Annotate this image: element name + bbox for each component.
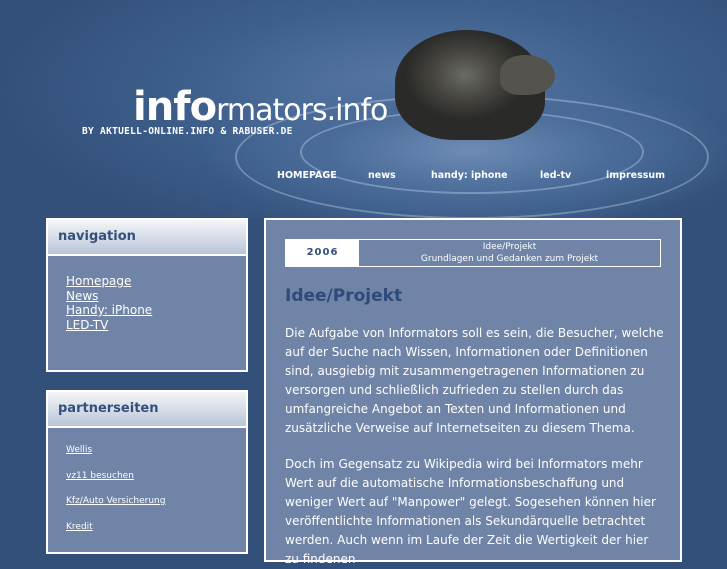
nav-link-news[interactable]: News xyxy=(66,289,98,303)
main-content: 2006 Idee/Projekt Grundlagen und Gedanke… xyxy=(264,218,682,566)
partner-title: partnerseiten xyxy=(48,392,246,428)
partner-list: Wellis vz11 besuchen Kfz/Auto Versicheru… xyxy=(66,438,246,540)
logo-part1: info xyxy=(133,84,217,130)
partner-link-wellis[interactable]: Wellis xyxy=(66,445,92,455)
topnav-handy-iphone[interactable]: handy: iphone xyxy=(431,170,508,181)
topnav-homepage[interactable]: HOMEPAGE xyxy=(277,170,337,181)
topnav-news[interactable]: news xyxy=(368,170,396,181)
navigation-list: Homepage News Handy: iPhone LED-TV xyxy=(66,274,246,332)
nav-link-homepage[interactable]: Homepage xyxy=(66,274,131,288)
list-item: Kredit xyxy=(66,515,246,541)
partner-link-kfz[interactable]: Kfz/Auto Versicherung xyxy=(66,496,165,506)
list-item: vz11 besuchen xyxy=(66,464,246,490)
page-title: Idee/Projekt xyxy=(285,286,403,306)
paragraph-1: Die Aufgabe von Informators soll es sein… xyxy=(285,326,664,435)
list-item: Kfz/Auto Versicherung xyxy=(66,489,246,515)
list-item: Handy: iPhone xyxy=(66,303,246,318)
navigation-panel: navigation Homepage News Handy: iPhone L… xyxy=(46,218,248,372)
list-item: Homepage xyxy=(66,274,246,289)
list-item: News xyxy=(66,289,246,304)
topnav-impressum[interactable]: impressum xyxy=(606,170,665,181)
list-item: Wellis xyxy=(66,438,246,464)
year-badge: 2006 xyxy=(286,240,359,266)
list-item: LED-TV xyxy=(66,318,246,333)
info-line1: Idee/Projekt xyxy=(482,242,537,252)
seal-snout xyxy=(500,55,555,95)
tagline: BY AKTUELL-ONLINE.INFO & RABUSER.DE xyxy=(82,126,293,137)
top-navigation: HOMEPAGE news handy: iphone led-tv impre… xyxy=(0,170,727,184)
partner-link-kredit[interactable]: Kredit xyxy=(66,522,93,532)
project-info-box: 2006 Idee/Projekt Grundlagen und Gedanke… xyxy=(285,239,661,267)
info-line2: Grundlagen und Gedanken zum Projekt xyxy=(420,254,599,264)
nav-link-led-tv[interactable]: LED-TV xyxy=(66,318,108,332)
navigation-title: navigation xyxy=(48,220,246,256)
site-logo[interactable]: informators.info xyxy=(133,84,388,130)
partner-link-vz11[interactable]: vz11 besuchen xyxy=(66,471,134,481)
nav-link-handy-iphone[interactable]: Handy: iPhone xyxy=(66,303,152,317)
project-info-text: Idee/Projekt Grundlagen und Gedanken zum… xyxy=(359,241,660,265)
logo-part2: rmators.info xyxy=(216,93,388,128)
topnav-led-tv[interactable]: led-tv xyxy=(540,170,571,181)
partner-panel: partnerseiten Wellis vz11 besuchen Kfz/A… xyxy=(46,390,248,554)
paragraph-2: Doch im Gegensatz zu Wikipedia wird bei … xyxy=(285,457,656,566)
